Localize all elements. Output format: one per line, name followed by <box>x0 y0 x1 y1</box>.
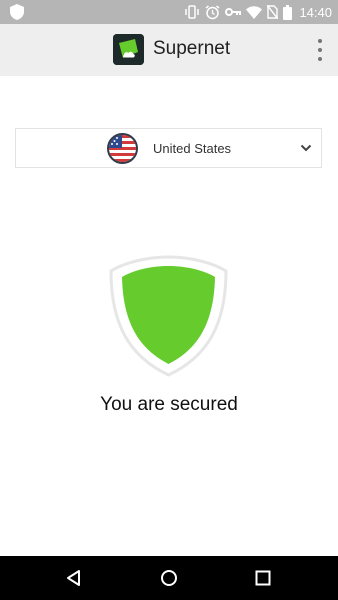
menu-dot <box>318 39 322 43</box>
recents-icon[interactable] <box>253 568 273 588</box>
back-icon[interactable] <box>64 568 84 588</box>
status-time: 14:40 <box>299 4 332 20</box>
wifi-icon <box>246 5 263 19</box>
home-icon[interactable] <box>159 568 179 588</box>
menu-dot <box>318 48 322 52</box>
country-name: United States <box>153 141 232 156</box>
status-bar: 14:40 <box>0 0 338 24</box>
navigation-bar <box>0 556 338 600</box>
chevron-down-icon <box>300 144 312 152</box>
vibrate-icon <box>185 5 200 19</box>
us-flag-icon <box>107 133 138 164</box>
battery-icon <box>283 4 293 20</box>
app-bar: Supernet <box>0 24 338 76</box>
no-sim-icon <box>267 5 279 19</box>
vpn-key-icon <box>225 8 242 16</box>
connection-status-text: You are secured <box>100 394 238 415</box>
menu-dot <box>318 57 322 61</box>
shield-icon <box>109 255 228 377</box>
shield-icon <box>10 4 24 20</box>
status-icons: 14:40 <box>184 0 332 24</box>
supernet-logo-icon <box>113 34 144 65</box>
alarm-icon <box>205 4 220 19</box>
country-selector[interactable]: United States <box>15 128 322 168</box>
app-title: Supernet <box>153 38 231 59</box>
overflow-menu-icon[interactable] <box>316 39 324 61</box>
